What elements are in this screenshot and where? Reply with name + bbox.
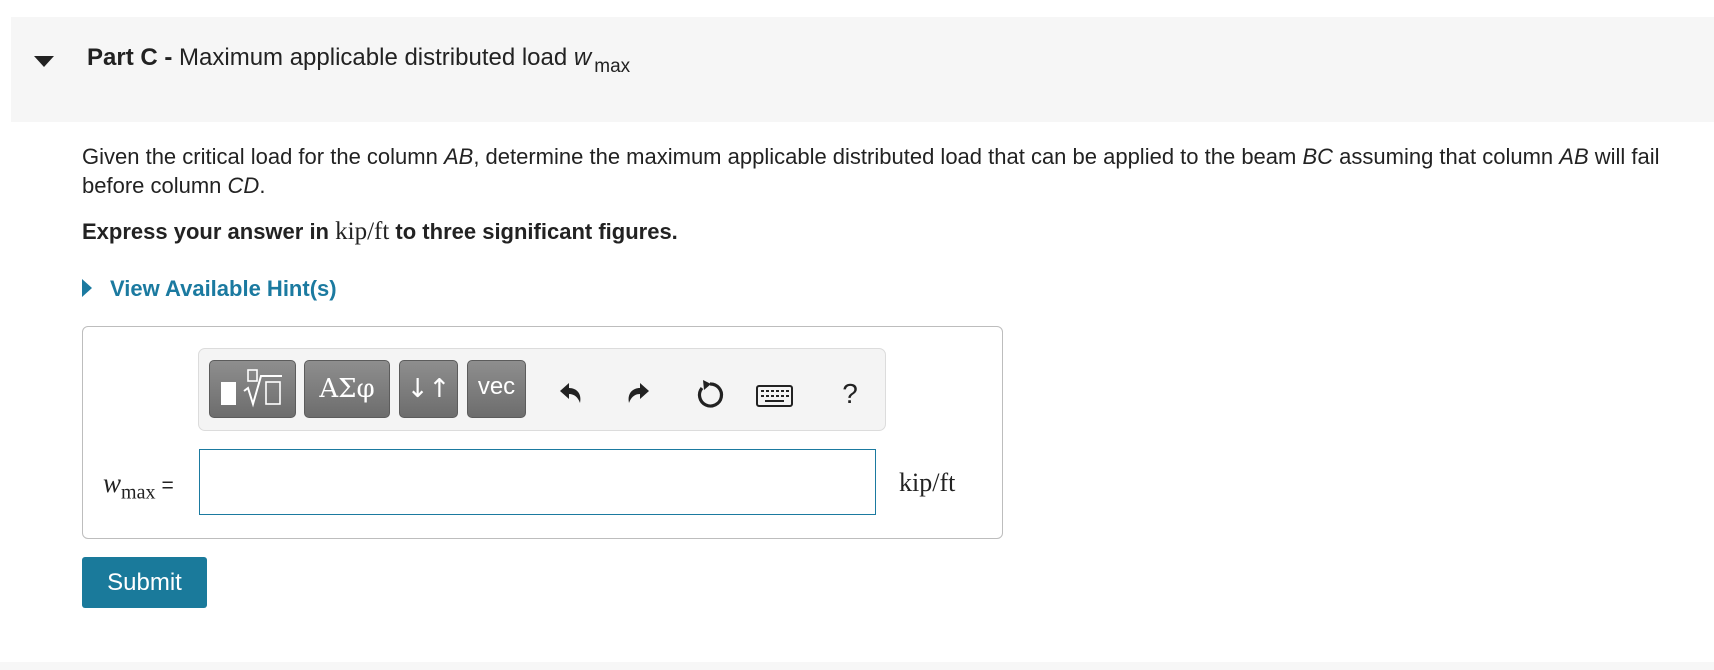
greek-letters-icon: ΑΣφ (319, 374, 375, 404)
templates-icon (221, 369, 282, 408)
answer-box: ΑΣφ ↓↑ vec ? wmax = kip/ft (82, 326, 1003, 539)
part-title: Part C - Maximum applicable distributed … (87, 44, 630, 78)
greek-letters-button[interactable]: ΑΣφ (304, 360, 390, 418)
collapse-caret-icon[interactable] (34, 56, 54, 67)
answer-input[interactable] (199, 449, 876, 515)
question-seg: , determine the maximum applicable distr… (473, 144, 1303, 169)
question-var: AB (443, 144, 474, 169)
instructions-post: to three significant figures. (395, 219, 678, 244)
undo-icon[interactable] (552, 377, 586, 411)
help-icon[interactable]: ? (833, 377, 867, 411)
keyboard-icon[interactable] (755, 377, 795, 411)
instructions-pre: Express your answer in (82, 219, 329, 244)
answer-unit: kip/ft (899, 468, 956, 497)
answer-equals: = (161, 474, 174, 497)
question-var: CD (227, 173, 260, 198)
question-var: AB (1559, 144, 1589, 169)
part-label: Part C - (87, 44, 173, 71)
vector-button[interactable]: vec (467, 360, 526, 418)
answer-variable-label: wmax = (103, 468, 174, 504)
subscript-superscript-button[interactable]: ↓↑ (399, 360, 458, 418)
subscript-superscript-icon: ↓↑ (406, 374, 451, 404)
part-title-var: w (573, 44, 592, 71)
question-var: BC (1302, 144, 1334, 169)
hint-label: View Available Hint(s) (110, 276, 337, 301)
math-toolbar: ΑΣφ ↓↑ vec ? (198, 348, 886, 431)
reset-icon[interactable] (692, 377, 726, 411)
question-seg: Given the critical load for the column (82, 144, 444, 169)
hint-caret-icon (82, 278, 92, 297)
question-text: Given the critical load for the column A… (82, 142, 1692, 200)
answer-sub: max (121, 481, 156, 504)
submit-button[interactable]: Submit (82, 557, 207, 608)
templates-button[interactable] (209, 360, 296, 418)
bottom-divider (0, 662, 1714, 670)
instructions-unit: kip/ft (335, 218, 390, 245)
part-title-text: Maximum applicable distributed load (179, 44, 568, 71)
question-seg: . (259, 173, 266, 198)
answer-instructions: Express your answer in kip/ft to three s… (82, 218, 678, 246)
question-seg: assuming that column (1333, 144, 1560, 169)
part-title-sub: max (594, 56, 631, 77)
answer-var: w (103, 468, 122, 498)
vector-icon: vec (477, 373, 516, 400)
redo-icon[interactable] (623, 377, 657, 411)
view-hints-link[interactable]: View Available Hint(s) (82, 276, 337, 302)
